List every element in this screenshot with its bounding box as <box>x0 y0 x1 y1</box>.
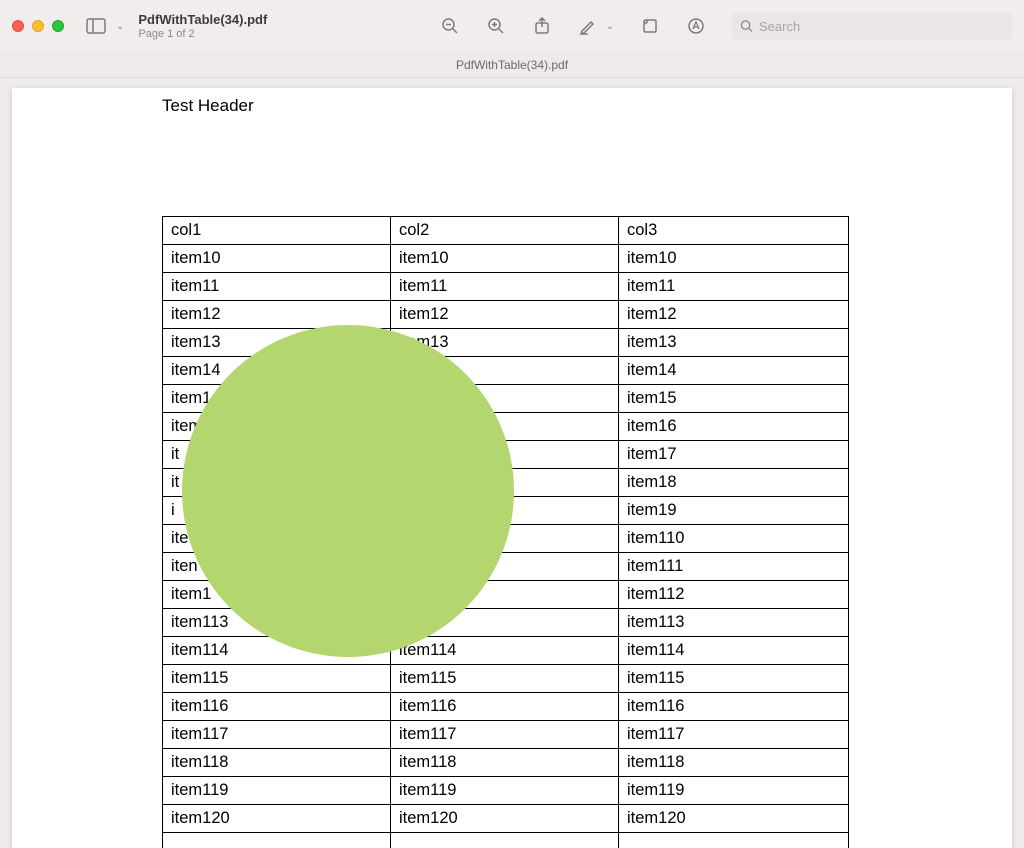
table-cell: item19 <box>619 497 849 525</box>
table-cell: item12 <box>619 301 849 329</box>
table-cell: item111 <box>619 553 849 581</box>
table-row <box>163 833 849 848</box>
table-cell: item119 <box>619 777 849 805</box>
table-row: item114item114item114 <box>163 637 849 665</box>
pdf-page: Test Header col1col2col3item10item10item… <box>12 88 1012 848</box>
table-cell: item119 <box>163 777 391 805</box>
document-header-text: Test Header <box>162 96 254 116</box>
table-row: item115item115item115 <box>163 665 849 693</box>
table-row: item120item120item120 <box>163 805 849 833</box>
table-cell: item14 <box>619 357 849 385</box>
table-cell: item11 <box>619 273 849 301</box>
table-cell <box>163 833 391 848</box>
table-cell: item114 <box>619 637 849 665</box>
rotate-button[interactable] <box>640 16 660 36</box>
toolbar: ⌄ PdfWithTable(34).pdf Page 1 of 2 ⌄ <box>0 0 1024 52</box>
table-cell: item117 <box>391 721 619 749</box>
table-cell: item118 <box>391 749 619 777</box>
table-cell: item117 <box>163 721 391 749</box>
share-button[interactable] <box>532 16 552 36</box>
minimize-button[interactable] <box>32 20 44 32</box>
table-cell: item115 <box>619 665 849 693</box>
table-cell: item110 <box>619 525 849 553</box>
table-cell: item116 <box>391 693 619 721</box>
zoom-in-button[interactable] <box>486 16 506 36</box>
document-viewport[interactable]: Test Header col1col2col3item10item10item… <box>0 78 1024 848</box>
table-cell: item10 <box>619 245 849 273</box>
table-header-cell: col3 <box>619 217 849 245</box>
table-row: item117item117item117 <box>163 721 849 749</box>
table-cell: item120 <box>619 805 849 833</box>
zoom-out-button[interactable] <box>440 16 460 36</box>
table-cell: item118 <box>163 749 391 777</box>
table-cell: item13 <box>619 329 849 357</box>
table-header-cell: col2 <box>391 217 619 245</box>
table-cell: item120 <box>163 805 391 833</box>
search-input[interactable] <box>759 19 1004 34</box>
table-cell: item116 <box>619 693 849 721</box>
table-cell: item10 <box>391 245 619 273</box>
table-cell: item118 <box>619 749 849 777</box>
window-controls <box>12 20 64 32</box>
table-cell: item112 <box>619 581 849 609</box>
markup-button[interactable] <box>686 16 706 36</box>
table-cell: item117 <box>619 721 849 749</box>
table-cell: item18 <box>619 469 849 497</box>
table-cell: item113 <box>619 609 849 637</box>
table-header-cell: col1 <box>163 217 391 245</box>
table-cell: item17 <box>619 441 849 469</box>
tab-bar: PdfWithTable(34).pdf <box>0 52 1024 78</box>
table-cell: item11 <box>163 273 391 301</box>
search-field[interactable] <box>732 12 1012 40</box>
table-row: item10item10item10 <box>163 245 849 273</box>
table-cell <box>619 833 849 848</box>
table-cell: item114 <box>391 637 619 665</box>
table-cell: item115 <box>391 665 619 693</box>
table-cell: item15 <box>619 385 849 413</box>
highlight-button[interactable] <box>578 16 598 36</box>
table-row: item12item12item12 <box>163 301 849 329</box>
document-title: PdfWithTable(34).pdf <box>138 12 267 28</box>
chevron-down-icon[interactable]: ⌄ <box>116 21 124 32</box>
close-button[interactable] <box>12 20 24 32</box>
chevron-down-icon[interactable]: ⌄ <box>606 21 614 32</box>
table-cell: item16 <box>619 413 849 441</box>
annotation-circle[interactable] <box>182 325 514 657</box>
search-icon <box>740 19 753 33</box>
app-window: ⌄ PdfWithTable(34).pdf Page 1 of 2 ⌄ <box>0 0 1024 848</box>
table-row: item119item119item119 <box>163 777 849 805</box>
table-cell: item115 <box>163 665 391 693</box>
table-row: item116item116item116 <box>163 693 849 721</box>
sidebar-toggle-button[interactable] <box>82 15 110 37</box>
table-cell: item119 <box>391 777 619 805</box>
toolbar-icons: ⌄ <box>440 16 706 36</box>
table-cell: item11 <box>391 273 619 301</box>
table-cell: item116 <box>163 693 391 721</box>
page-indicator: Page 1 of 2 <box>138 28 267 40</box>
table-cell: item12 <box>391 301 619 329</box>
fullscreen-button[interactable] <box>52 20 64 32</box>
title-block: PdfWithTable(34).pdf Page 1 of 2 <box>138 12 267 40</box>
table-cell: item120 <box>391 805 619 833</box>
tab-label[interactable]: PdfWithTable(34).pdf <box>456 58 568 72</box>
table-cell: item10 <box>163 245 391 273</box>
table-row: item118item118item118 <box>163 749 849 777</box>
table-row: item11item11item11 <box>163 273 849 301</box>
table-cell <box>391 833 619 848</box>
